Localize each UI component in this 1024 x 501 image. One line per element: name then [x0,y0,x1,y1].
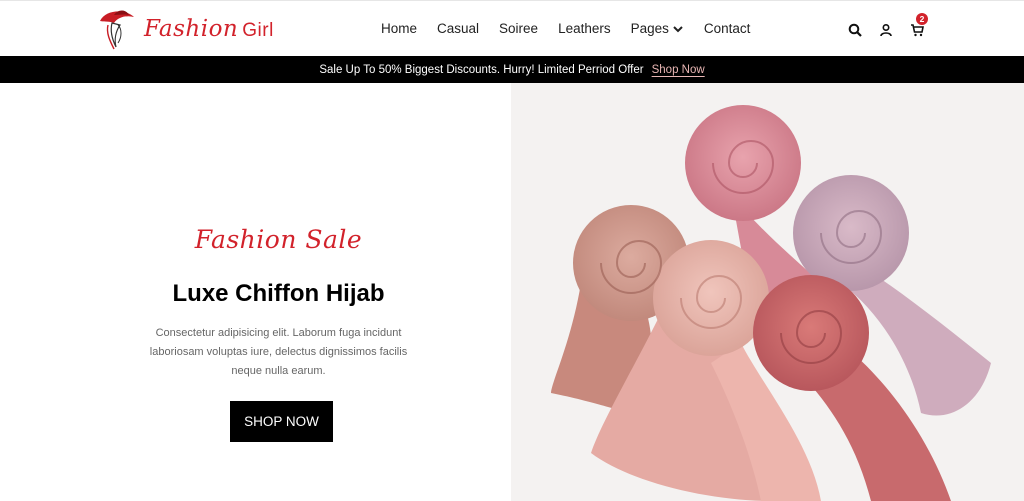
nav-casual[interactable]: Casual [437,21,479,36]
hero-text-panel: Fashion Sale Luxe Chiffon Hijab Consecte… [0,83,511,501]
site-header: Fashion Girl Home Casual Soiree Leathers … [0,0,1024,56]
nav-pages[interactable]: Pages [631,21,684,36]
search-icon [848,23,862,37]
hero-title: Luxe Chiffon Hijab [172,280,385,307]
account-button[interactable] [877,21,895,39]
header-tools: 2 [846,13,939,39]
nav-soiree[interactable]: Soiree [499,21,538,36]
chevron-down-icon [673,25,683,32]
nav-home[interactable]: Home [381,21,417,36]
hero-script-title: Fashion Sale [194,225,363,254]
announcement-bar: Sale Up To 50% Biggest Discounts. Hurry!… [0,56,1024,83]
main-nav: Home Casual Soiree Leathers Pages Contac… [381,21,770,36]
nav-leathers[interactable]: Leathers [558,21,611,36]
hero-image [511,83,1024,501]
nav-contact[interactable]: Contact [704,21,751,36]
announcement-text: Sale Up To 50% Biggest Discounts. Hurry!… [319,63,644,76]
nav-pages-label: Pages [630,21,669,36]
cart-icon [911,24,924,37]
announcement-shop-link[interactable]: Shop Now [652,64,705,76]
user-icon [880,23,892,37]
cart-button[interactable]: 2 [908,13,928,39]
shop-now-button[interactable]: SHOP NOW [230,401,333,442]
hero-description: Consectetur adipisicing elit. Laborum fu… [149,327,408,377]
hijab-scarves-image [551,105,991,501]
cart-count-badge: 2 [916,13,928,25]
logo-woman-hat-icon [100,10,134,50]
search-button[interactable] [846,21,864,39]
brand-logo[interactable]: Fashion Girl [96,7,274,51]
brand-name: Fashion Girl [144,16,274,42]
